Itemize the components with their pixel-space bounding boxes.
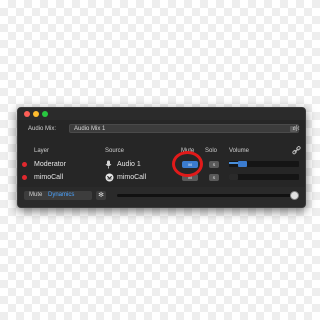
volume-knob[interactable]	[229, 174, 238, 180]
volume-knob[interactable]	[238, 161, 247, 167]
audio-mix-dropdown[interactable]: Audio Mix 1 ⇕	[69, 124, 299, 133]
layer-name: mimoCall	[34, 174, 64, 181]
minimize-window-button[interactable]	[33, 111, 39, 117]
settings-gear-icon[interactable]: ✻	[96, 191, 106, 200]
microphone-icon	[105, 160, 112, 169]
audio-mixer-window: Audio Mix: Audio Mix 1 ⇕ ✻ Layer Source …	[17, 107, 306, 208]
layer-row-moderator[interactable]: Moderator Audio 1 M S	[18, 159, 305, 170]
header-volume: Volume	[229, 148, 250, 154]
mute-highlight-annotation	[172, 151, 203, 177]
bottom-bar: Mute Dynamics ✻	[18, 187, 305, 207]
source-name: Audio 1	[117, 161, 141, 168]
volume-slider[interactable]	[229, 174, 299, 180]
header-solo: Solo	[205, 148, 218, 154]
header-source: Source	[105, 148, 125, 154]
close-window-button[interactable]	[24, 111, 30, 117]
source-name: mimoCall	[117, 174, 147, 181]
master-volume-slider[interactable]	[117, 191, 299, 200]
audio-mix-selected-value: Audio Mix 1	[74, 126, 106, 132]
mode-segmented-control[interactable]: Mute Dynamics	[24, 191, 92, 200]
solo-button[interactable]: S	[209, 174, 219, 181]
gear-icon[interactable]: ✻	[293, 125, 300, 133]
column-headers: Layer Source Mute Solo Volume	[18, 146, 305, 156]
tab-mute[interactable]: Mute	[29, 192, 42, 198]
header-layer: Layer	[34, 148, 50, 154]
live-indicator-dot	[22, 175, 27, 180]
volume-slider[interactable]	[229, 161, 299, 167]
layer-row-mimocall[interactable]: mimoCall mimoCall M S	[18, 172, 305, 183]
audio-mix-row: Audio Mix: Audio Mix 1 ⇕ ✻	[18, 123, 305, 135]
titlebar	[18, 108, 305, 120]
tab-dynamics[interactable]: Dynamics	[48, 192, 74, 198]
zoom-window-button[interactable]	[42, 111, 48, 117]
mimocall-icon	[105, 173, 114, 182]
layer-name: Moderator	[34, 161, 66, 168]
master-volume-knob[interactable]	[290, 191, 299, 200]
solo-button[interactable]: S	[209, 161, 219, 168]
link-icon[interactable]	[292, 146, 301, 155]
live-indicator-dot	[22, 162, 27, 167]
audio-mix-label: Audio Mix:	[28, 126, 57, 132]
